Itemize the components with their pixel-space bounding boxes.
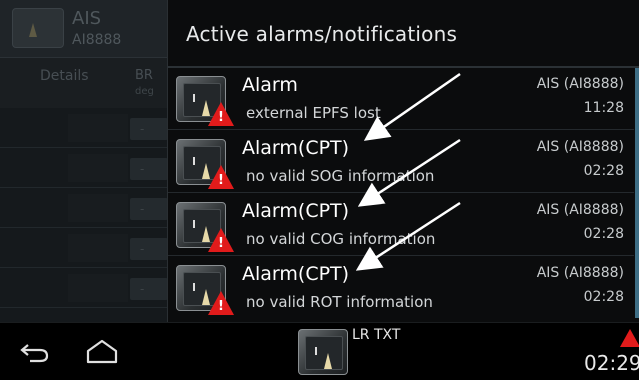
- alarm-time: 02:28: [583, 289, 624, 305]
- alarm-source: AIS (AI8888): [536, 202, 624, 218]
- alarm-time: 02:28: [583, 163, 624, 179]
- background-row: -: [0, 108, 170, 148]
- radar-app-icon[interactable]: [298, 329, 352, 377]
- background-cell: -: [130, 158, 168, 180]
- clock: 02:29: [584, 351, 639, 375]
- background-header: AIS AI8888: [0, 0, 170, 58]
- scrollbar-thumb[interactable]: [635, 68, 639, 318]
- alarm-title: Alarm(CPT): [242, 137, 350, 159]
- background-tab-br: BR: [135, 68, 153, 83]
- alarm-source: AIS (AI8888): [536, 139, 624, 155]
- background-app-icon: [12, 8, 64, 48]
- background-tab-unit: deg: [135, 86, 154, 97]
- alarm-description: no valid ROT information: [246, 293, 433, 311]
- background-cell: -: [130, 198, 168, 220]
- background-app-title: AIS: [72, 8, 102, 29]
- background-tabs: Details BR deg: [0, 58, 170, 108]
- navigation-bar: LR TXT 02:29: [0, 322, 639, 380]
- alarm-list-item[interactable]: ! Alarm external EPFS lost AIS (AI8888) …: [168, 68, 634, 130]
- background-row: -: [0, 268, 170, 308]
- alarm-list-item[interactable]: ! Alarm(CPT) no valid COG information AI…: [168, 194, 634, 256]
- alarms-panel: Active alarms/notifications ! Alarm exte…: [167, 0, 639, 322]
- alarm-title: Alarm: [242, 74, 298, 96]
- background-cell: -: [130, 238, 168, 260]
- background-cell: -: [130, 278, 168, 300]
- alarm-source: AIS (AI8888): [536, 76, 624, 92]
- alarm-description: no valid COG information: [246, 230, 436, 248]
- back-icon[interactable]: [20, 339, 50, 365]
- radar-warning-icon: !: [176, 76, 234, 126]
- panel-title: Active alarms/notifications: [186, 22, 458, 46]
- alarm-description: external EPFS lost: [246, 104, 381, 122]
- alarm-list-item[interactable]: ! Alarm(CPT) no valid ROT information AI…: [168, 257, 634, 319]
- background-cell: -: [130, 118, 168, 140]
- alarm-title: Alarm(CPT): [242, 263, 350, 285]
- alarm-title: Alarm(CPT): [242, 200, 350, 222]
- background-row: -: [0, 148, 170, 188]
- background-app-subtitle: AI8888: [72, 32, 122, 48]
- radar-warning-icon: !: [176, 265, 234, 315]
- app-label: LR TXT: [352, 327, 401, 343]
- alarm-source: AIS (AI8888): [536, 265, 624, 281]
- alarm-list[interactable]: ! Alarm external EPFS lost AIS (AI8888) …: [168, 68, 634, 322]
- alarm-time: 11:28: [583, 100, 624, 116]
- home-icon[interactable]: [85, 337, 119, 365]
- background-row: -: [0, 228, 170, 268]
- background-tab-details: Details: [40, 68, 89, 84]
- radar-warning-icon: !: [176, 139, 234, 189]
- alarm-time: 02:28: [583, 226, 624, 242]
- background-row: -: [0, 188, 170, 228]
- alarm-list-scrollbar[interactable]: [634, 68, 639, 322]
- radar-warning-icon: !: [176, 202, 234, 252]
- alarm-description: no valid SOG information: [246, 167, 435, 185]
- warning-icon[interactable]: [620, 329, 639, 347]
- alarm-list-item[interactable]: ! Alarm(CPT) no valid SOG information AI…: [168, 131, 634, 193]
